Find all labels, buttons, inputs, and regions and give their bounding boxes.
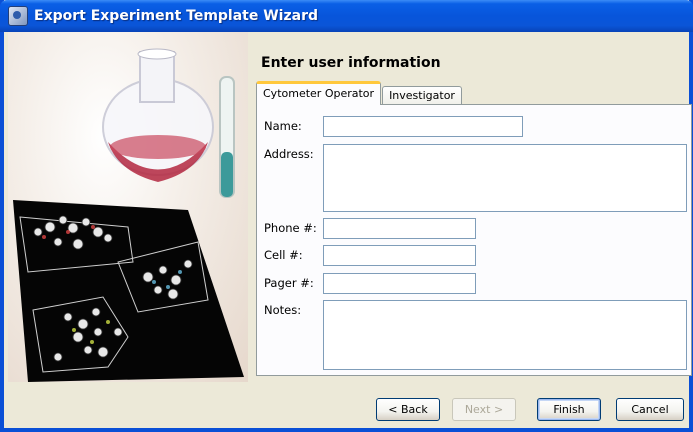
title-bar[interactable]: Export Experiment Template Wizard — [0, 0, 693, 32]
cell-label: Cell #: — [264, 248, 303, 262]
cancel-button[interactable]: Cancel — [616, 398, 684, 421]
tab-bar: Cytometer Operator Investigator — [256, 81, 462, 105]
pager-field[interactable] — [323, 273, 476, 294]
phone-field[interactable] — [323, 218, 476, 239]
pager-label: Pager #: — [264, 276, 314, 290]
wizard-illustration — [8, 32, 248, 382]
phone-label: Phone #: — [264, 221, 317, 235]
finish-button[interactable]: Finish — [537, 398, 601, 421]
address-label: Address: — [264, 147, 314, 161]
notes-field[interactable] — [323, 300, 687, 370]
tab-investigator[interactable]: Investigator — [382, 86, 462, 104]
window-title: Export Experiment Template Wizard — [34, 8, 318, 24]
tab-panel: Name: Address: Phone #: Cell #: Pager #:… — [256, 104, 692, 376]
address-field[interactable] — [323, 144, 687, 212]
tab-cytometer-operator[interactable]: Cytometer Operator — [256, 81, 382, 105]
name-label: Name: — [264, 119, 302, 133]
next-button[interactable]: Next > — [452, 398, 516, 421]
back-button[interactable]: < Back — [376, 398, 440, 421]
page-heading: Enter user information — [261, 55, 441, 71]
wizard-window: Export Experiment Template Wizard Enter … — [0, 0, 693, 432]
notes-label: Notes: — [264, 303, 302, 317]
cell-field[interactable] — [323, 245, 476, 266]
app-icon — [8, 6, 28, 26]
name-field[interactable] — [323, 116, 523, 137]
